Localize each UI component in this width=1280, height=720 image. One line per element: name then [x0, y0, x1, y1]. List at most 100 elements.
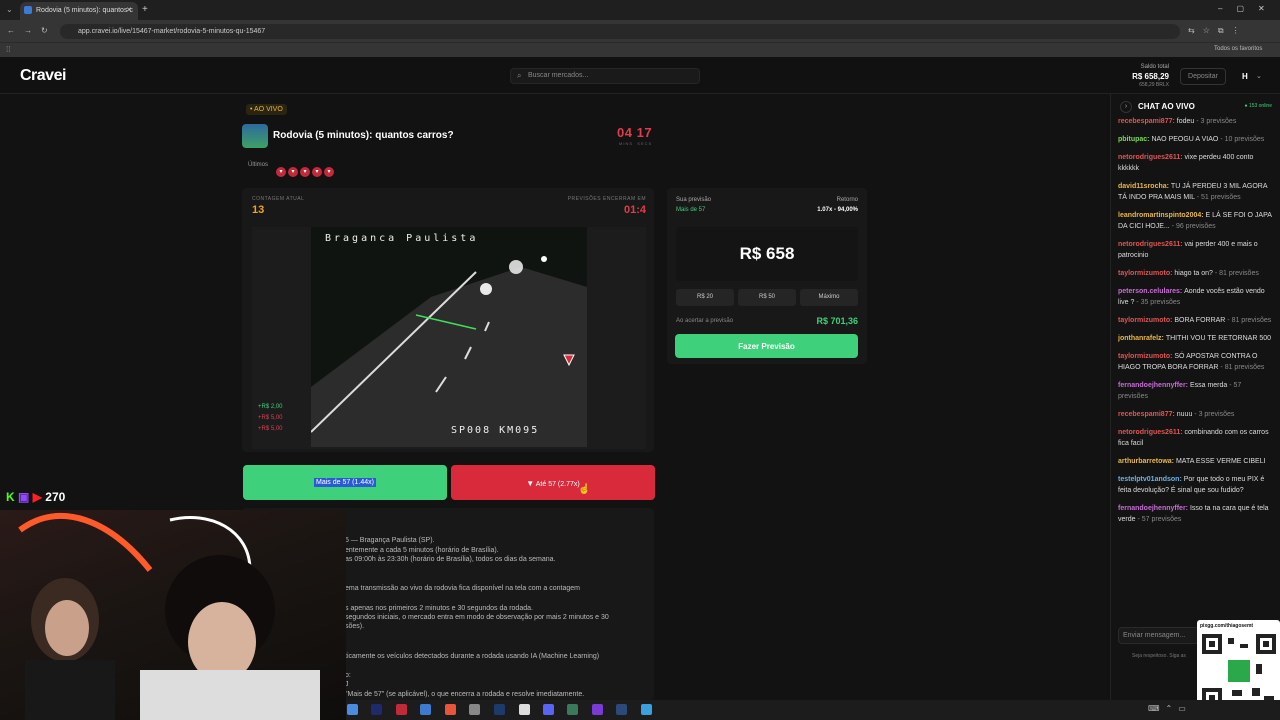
- chat-message: netorodrigues2611: vai perder 400 e mais…: [1118, 239, 1272, 261]
- chat-meta: - 51 previsões: [1194, 194, 1241, 201]
- bet-under-label: Até 57 (2.77x): [535, 481, 580, 488]
- balance-sub: 658,29 BRLX: [1139, 82, 1169, 88]
- tab-title: Rodovia (5 minutos): quantos c: [36, 7, 133, 14]
- app-taskbar-icon[interactable]: [396, 704, 407, 715]
- close-label: PREVISÕES ENCERRAM EM: [567, 196, 646, 202]
- chat-message-list: recebespami877: fodeu - 3 previsões pbitu…: [1118, 116, 1272, 612]
- result-down-icon: ▾: [324, 167, 334, 177]
- apps-icon[interactable]: ⁞⁞: [6, 45, 10, 54]
- rules-line: segundos iniciais, o mercado entra em mo…: [345, 614, 609, 621]
- pix-qr-overlay: pixgg.com/thiagosemt: [1197, 620, 1280, 712]
- timer-labels: MINS SECS: [619, 141, 653, 146]
- youtube-icon: ▶: [32, 490, 42, 504]
- qr-code-icon: [1202, 634, 1276, 708]
- chat-message: taylormizumoto: BORA FORRAR - 81 previsõ…: [1118, 315, 1272, 326]
- chat-text: BORA FORRAR: [1174, 317, 1226, 324]
- chat-text: hiago ta on?: [1174, 270, 1213, 277]
- result-down-icon: ▾: [312, 167, 322, 177]
- app-taskbar-icon[interactable]: [420, 704, 431, 715]
- place-prediction-button[interactable]: Fazer Previsão: [675, 334, 858, 358]
- chat-username[interactable]: taylormizumoto:: [1118, 353, 1174, 360]
- chat-username[interactable]: taylormizumoto:: [1118, 317, 1174, 324]
- payout-label: Ao acertar a previsão: [676, 318, 734, 324]
- count-value: 13: [252, 204, 265, 216]
- chat-username[interactable]: recebespami877:: [1118, 411, 1177, 418]
- kick-icon: K: [6, 490, 15, 504]
- chat-username[interactable]: fernandoejhennyffer:: [1118, 505, 1190, 512]
- app-taskbar-icon[interactable]: [469, 704, 480, 715]
- chat-message: jonthanrafelz: THITHI VOU TE RETORNAR 50…: [1118, 333, 1272, 344]
- quick-amount-50[interactable]: R$ 50: [738, 289, 796, 306]
- quick-amount-20[interactable]: R$ 20: [676, 289, 734, 306]
- market-thumbnail: [242, 124, 268, 148]
- chat-username[interactable]: david11srocha:: [1118, 183, 1171, 190]
- system-tray[interactable]: ⌨⌃▭: [1148, 704, 1192, 713]
- app-taskbar-icon[interactable]: [592, 704, 603, 715]
- chat-meta: - 10 previsões: [1218, 136, 1265, 143]
- os-taskbar: [346, 700, 1280, 720]
- chrome-taskbar-icon[interactable]: [347, 704, 358, 715]
- recent-label: Últimos: [248, 162, 269, 168]
- quick-amount-max[interactable]: Máximo: [800, 289, 858, 306]
- premiere-taskbar-icon[interactable]: [371, 704, 382, 715]
- balance-value: R$ 658,29: [1132, 72, 1169, 81]
- rules-line: ema transmissão ao vivo da rodovia fica …: [345, 585, 581, 592]
- chevron-down-icon[interactable]: ⌄: [1256, 72, 1262, 80]
- bet-under-button[interactable]: ▼ Até 57 (2.77x): [451, 465, 655, 500]
- chat-username[interactable]: arthurbarretowa:: [1118, 458, 1176, 465]
- site-logo[interactable]: Cravei: [20, 67, 66, 85]
- chat-username[interactable]: peterson.celulares:: [1118, 288, 1184, 295]
- extensions-icons[interactable]: ⇆☆⧉⋮: [1188, 26, 1248, 36]
- mini-bet: +R$ 5,00: [258, 415, 283, 421]
- new-tab-button[interactable]: +: [142, 4, 148, 15]
- timer-seconds: 17: [636, 125, 653, 140]
- mini-bet: +R$ 5,00: [258, 426, 283, 432]
- close-tab-icon[interactable]: ✕: [126, 6, 132, 14]
- your-prediction-value: Mais de 57: [676, 207, 706, 213]
- online-count: ● 153 online: [1244, 103, 1273, 109]
- chat-username[interactable]: netorodrigues2611:: [1118, 154, 1185, 161]
- chat-username[interactable]: netorodrigues2611:: [1118, 241, 1185, 248]
- result-down-icon: ▾: [288, 167, 298, 177]
- amount-input[interactable]: R$ 658: [676, 227, 858, 281]
- chat-text: NAO PEOGU A VIAO: [1151, 136, 1219, 143]
- round-timer: 04 17: [617, 125, 652, 140]
- chat-message: taylormizumoto: hiago ta on? - 81 previs…: [1118, 268, 1272, 279]
- discord-taskbar-icon[interactable]: [543, 704, 554, 715]
- browser-tab[interactable]: Rodovia (5 minutos): quantos c ✕: [20, 2, 138, 20]
- address-bar[interactable]: app.cravei.io/live/15467-market/rodovia-…: [60, 24, 1180, 39]
- app-taskbar-icon[interactable]: [616, 704, 627, 715]
- bet-over-label: Mais de 57 (1.44x): [314, 478, 376, 487]
- search-input[interactable]: ⌕ Buscar mercados...: [510, 68, 700, 84]
- url-text: app.cravei.io/live/15467-market/rodovia-…: [78, 28, 266, 35]
- window-controls[interactable]: –▢✕: [1218, 4, 1279, 13]
- result-down-icon: ▾: [300, 167, 310, 177]
- app-taskbar-icon[interactable]: [641, 704, 652, 715]
- chat-username[interactable]: leandromartinspinto2004:: [1118, 212, 1206, 219]
- timer-minutes: 04: [617, 125, 633, 140]
- chat-username[interactable]: jonthanrafelz:: [1118, 335, 1166, 342]
- chat-username[interactable]: netorodrigues2611:: [1118, 429, 1185, 436]
- user-avatar[interactable]: H: [1242, 72, 1248, 81]
- stream-viewer-counter: K ▣ ▶ 270: [6, 490, 65, 506]
- chat-username[interactable]: taylormizumoto:: [1118, 270, 1174, 277]
- bet-over-button[interactable]: Mais de 57 (1.44x): [243, 465, 447, 500]
- all-bookmarks[interactable]: Todos os favoritos: [1214, 46, 1262, 52]
- deposit-button[interactable]: Depositar: [1180, 68, 1226, 85]
- chat-username[interactable]: testelptv01andson:: [1118, 476, 1184, 483]
- collapse-chat-button[interactable]: ›: [1120, 101, 1132, 113]
- recent-bets-feed: +R$ 2,00 +R$ 5,00 +R$ 5,00: [258, 402, 283, 435]
- chat-username[interactable]: fernandoejhennyffer:: [1118, 382, 1190, 389]
- nav-buttons[interactable]: ←→↻: [7, 26, 57, 35]
- chat-text: fodeu: [1176, 118, 1195, 125]
- payout-value: R$ 701,36: [816, 316, 858, 326]
- photoshop-taskbar-icon[interactable]: [494, 704, 505, 715]
- tab-list-icon[interactable]: ⌄: [6, 5, 13, 14]
- camera-caption-bottom: SP008 KM095: [451, 425, 540, 436]
- app-taskbar-icon[interactable]: [519, 704, 530, 715]
- chat-username[interactable]: recebespami877:: [1118, 118, 1177, 125]
- chat-username[interactable]: pbitupac:: [1118, 136, 1151, 143]
- app-taskbar-icon[interactable]: [567, 704, 578, 715]
- chat-text: Essa merda: [1189, 382, 1228, 389]
- app-taskbar-icon[interactable]: [445, 704, 456, 715]
